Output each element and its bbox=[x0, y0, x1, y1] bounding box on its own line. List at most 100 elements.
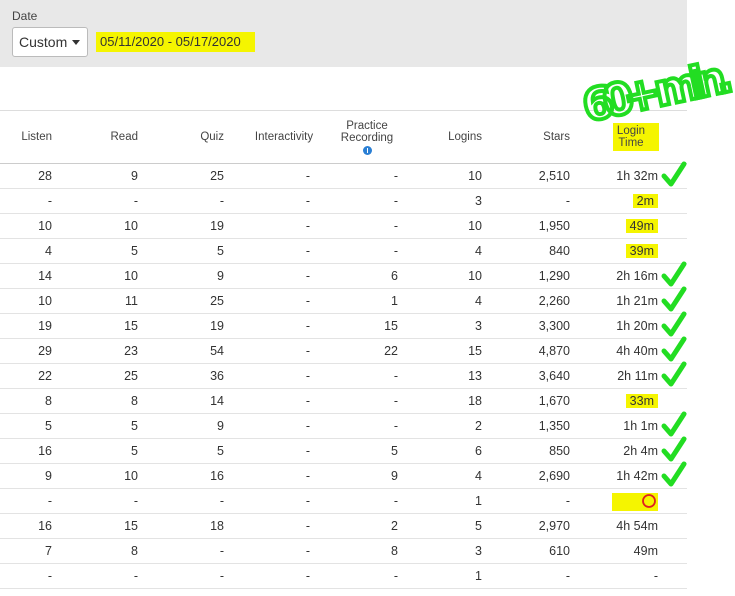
cell-read-value: 10 bbox=[124, 469, 138, 483]
cell-listen: 22 bbox=[0, 364, 52, 388]
cell-stars: - bbox=[500, 564, 570, 588]
cell-logins-value: 1 bbox=[475, 494, 482, 508]
cell-stars-value: 1,670 bbox=[538, 394, 570, 408]
header-stars[interactable]: Stars bbox=[500, 111, 570, 163]
cell-practice: 6 bbox=[330, 264, 398, 288]
cell-listen: - bbox=[0, 564, 52, 588]
cell-logins-value: 13 bbox=[468, 369, 482, 383]
cell-listen-value: 4 bbox=[45, 244, 52, 258]
cell-interactivity-value: - bbox=[305, 344, 311, 358]
cell-practice: 1 bbox=[330, 289, 398, 313]
table-row: - - - - - 1 - - bbox=[0, 564, 687, 589]
cell-logins: 10 bbox=[420, 264, 482, 288]
cell-practice-value: 1 bbox=[391, 294, 398, 308]
cell-read: 25 bbox=[60, 364, 138, 388]
cell-interactivity-value: - bbox=[305, 169, 311, 183]
cell-login-time-value: 49m bbox=[625, 219, 658, 233]
cell-quiz-value: 9 bbox=[217, 419, 224, 433]
cell-stars: 2,970 bbox=[500, 514, 570, 538]
date-filter-bar: Date Custom 05/11/2020 - 05/17/2020 bbox=[0, 0, 687, 67]
table-row: 7 8 - - 8 3 610 49m bbox=[0, 539, 687, 564]
info-icon[interactable] bbox=[362, 145, 372, 155]
header-listen[interactable]: Listen bbox=[0, 111, 52, 163]
cell-stars: 3,300 bbox=[500, 314, 570, 338]
cell-interactivity-value: - bbox=[305, 444, 311, 458]
cell-read: 9 bbox=[60, 164, 138, 188]
cell-quiz: 25 bbox=[150, 164, 224, 188]
header-login-line1: Login bbox=[616, 125, 646, 137]
cell-quiz: 5 bbox=[150, 239, 224, 263]
date-range-select[interactable]: Custom bbox=[12, 27, 88, 57]
cell-read: 15 bbox=[60, 514, 138, 538]
header-read[interactable]: Read bbox=[60, 111, 139, 163]
cell-read-value: - bbox=[133, 494, 138, 508]
cell-listen-value: 19 bbox=[38, 319, 52, 333]
cell-listen: 14 bbox=[0, 264, 52, 288]
cell-interactivity-value: - bbox=[305, 219, 311, 233]
table-row: 9 10 16 - 9 4 2,690 1h 42m bbox=[0, 464, 687, 489]
cell-read-value: 25 bbox=[124, 369, 138, 383]
cell-read: 5 bbox=[60, 414, 138, 438]
cell-quiz: 25 bbox=[150, 289, 224, 313]
cell-stars: 3,640 bbox=[500, 364, 570, 388]
cell-stars-value: 2,260 bbox=[538, 294, 570, 308]
cell-login-time-value: 1h 21m bbox=[616, 294, 658, 308]
cell-login-time-value: 1h 32m bbox=[616, 169, 658, 183]
header-practice-recording[interactable]: Practice Recording bbox=[330, 111, 404, 163]
cell-stars-value: 1,290 bbox=[538, 269, 570, 283]
cell-login-time: 1h 32m bbox=[590, 164, 658, 188]
cell-logins: 10 bbox=[420, 214, 482, 238]
table-header: Listen Read Quiz Interactivity Practice … bbox=[0, 110, 687, 164]
cell-interactivity-value: - bbox=[305, 194, 311, 208]
cell-interactivity-value: - bbox=[305, 319, 311, 333]
cell-logins-value: 6 bbox=[475, 444, 482, 458]
cell-quiz-value: 36 bbox=[210, 369, 224, 383]
cell-stars-value: 610 bbox=[549, 544, 570, 558]
cell-practice: - bbox=[330, 364, 398, 388]
cell-practice: - bbox=[330, 564, 398, 588]
cell-read-value: 10 bbox=[124, 219, 138, 233]
cell-interactivity-value: - bbox=[305, 519, 311, 533]
cell-logins-value: 3 bbox=[475, 544, 482, 558]
cell-stars: 1,950 bbox=[500, 214, 570, 238]
table-row: 5 5 9 - - 2 1,350 1h 1m bbox=[0, 414, 687, 439]
cell-listen-value: - bbox=[47, 569, 52, 583]
cell-quiz: - bbox=[150, 489, 224, 513]
table-row: - - - - - 3 - 2m bbox=[0, 189, 687, 214]
header-interactivity[interactable]: Interactivity bbox=[246, 111, 322, 163]
cell-login-time: 2h 16m bbox=[590, 264, 658, 288]
cell-practice-value: - bbox=[393, 219, 398, 233]
cell-logins: 1 bbox=[420, 489, 482, 513]
cell-read: 15 bbox=[60, 314, 138, 338]
header-login-time[interactable]: Login Time bbox=[604, 111, 668, 163]
header-quiz[interactable]: Quiz bbox=[150, 111, 224, 163]
cell-login-time-value: 2h 11m bbox=[617, 369, 658, 383]
table-row: 28 9 25 - - 10 2,510 1h 32m bbox=[0, 164, 687, 189]
cell-practice-value: - bbox=[393, 244, 398, 258]
cell-read: 10 bbox=[60, 264, 138, 288]
cell-read-value: 5 bbox=[131, 444, 138, 458]
date-range-text[interactable]: 05/11/2020 - 05/17/2020 bbox=[96, 32, 255, 52]
cell-interactivity-value: - bbox=[305, 294, 311, 308]
cell-interactivity-value: - bbox=[305, 569, 311, 583]
cell-listen: - bbox=[0, 189, 52, 213]
cell-read: - bbox=[60, 489, 138, 513]
cell-listen: 16 bbox=[0, 439, 52, 463]
cell-quiz-value: - bbox=[219, 194, 224, 208]
cell-logins-value: 18 bbox=[468, 394, 482, 408]
cell-quiz-value: - bbox=[219, 544, 224, 558]
cell-read: 10 bbox=[60, 464, 138, 488]
cell-login-time-value: 2m bbox=[632, 194, 658, 208]
cell-practice: - bbox=[330, 414, 398, 438]
cell-logins: 15 bbox=[420, 339, 482, 363]
cell-practice-value: - bbox=[393, 494, 398, 508]
login-time-highlight: Login Time bbox=[612, 123, 660, 151]
cell-logins-value: 3 bbox=[475, 319, 482, 333]
date-range-select-value: Custom bbox=[19, 34, 68, 50]
table-row: 16 5 5 - 5 6 850 2h 4m bbox=[0, 439, 687, 464]
cell-interactivity-value: - bbox=[305, 244, 311, 258]
cell-practice-value: 5 bbox=[391, 444, 398, 458]
cell-stars: 2,510 bbox=[500, 164, 570, 188]
header-logins[interactable]: Logins bbox=[420, 111, 482, 163]
cell-login-time: 2h 4m bbox=[590, 439, 658, 463]
